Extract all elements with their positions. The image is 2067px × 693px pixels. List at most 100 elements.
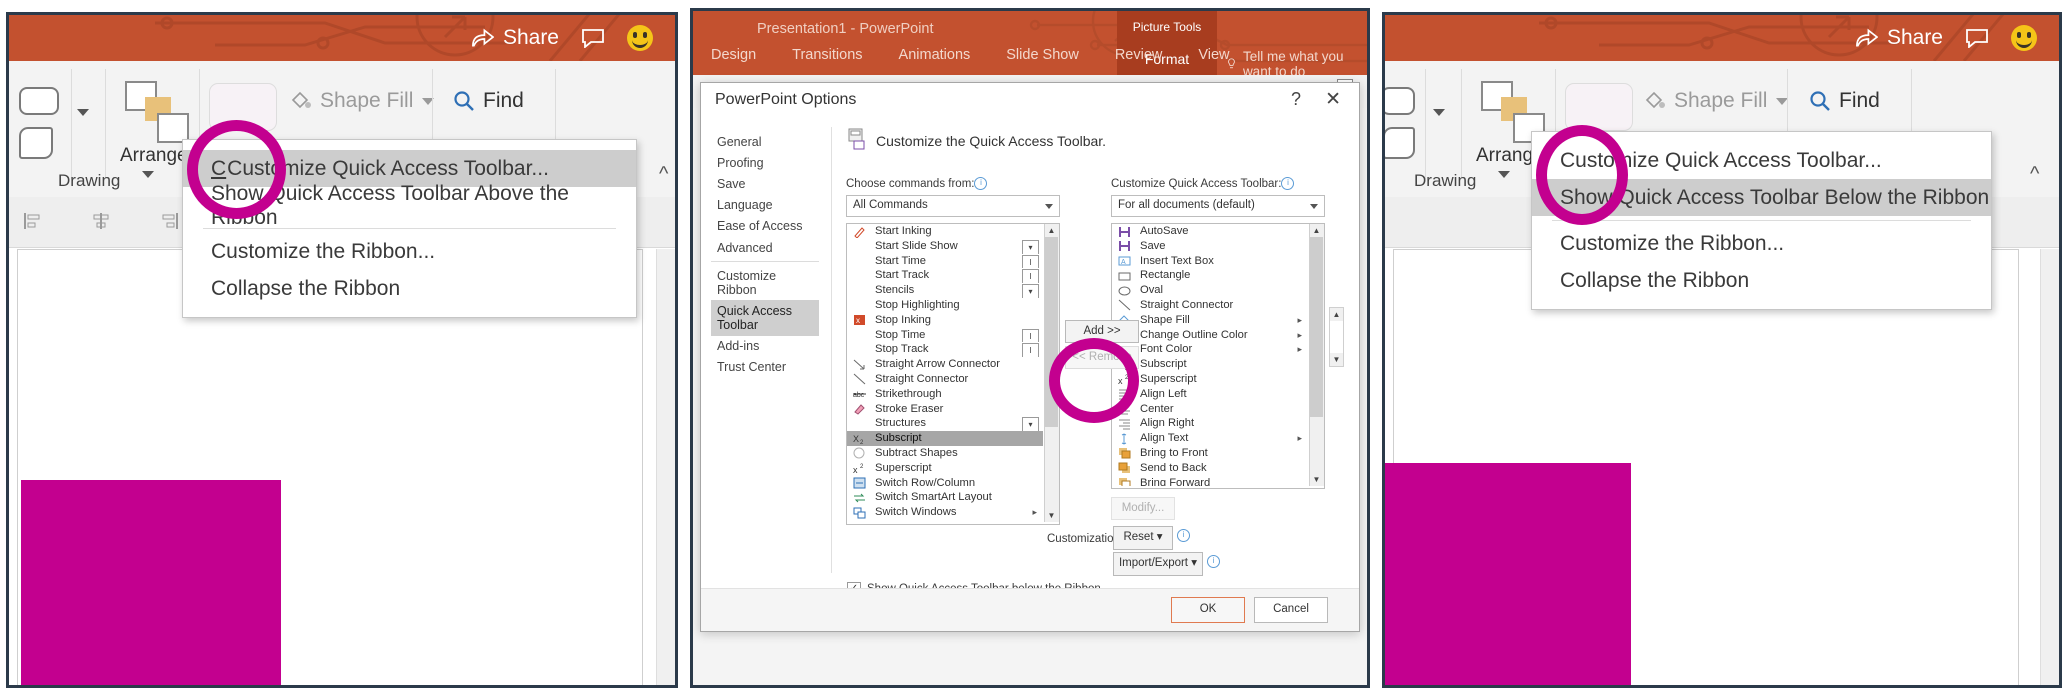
- chevron-up-icon[interactable]: ^: [659, 163, 668, 186]
- nav-item-quick-access-toolbar[interactable]: Quick Access Toolbar: [711, 300, 819, 336]
- list-item[interactable]: AFont Color▸: [1112, 342, 1308, 357]
- chevron-up-icon[interactable]: ^: [2030, 163, 2039, 186]
- list-item[interactable]: Stop Highlighting: [847, 298, 1043, 313]
- shape-flowchart-icon[interactable]: [19, 127, 53, 159]
- align-objects-right-icon[interactable]: [159, 211, 179, 231]
- list-item[interactable]: Start Slide Show ▾: [847, 239, 1043, 254]
- list-item[interactable]: A Insert Text Box: [1112, 254, 1308, 269]
- gallery-dropdown-icon[interactable]: I: [1022, 269, 1039, 284]
- nav-item-advanced[interactable]: Advanced: [711, 237, 819, 258]
- list-item[interactable]: Structures ▾: [847, 416, 1043, 432]
- move-down-icon[interactable]: ▼: [1330, 353, 1343, 366]
- list-item[interactable]: Center: [1112, 402, 1308, 417]
- list-item[interactable]: Send to Back: [1112, 461, 1308, 476]
- share-button[interactable]: Share: [471, 26, 559, 50]
- find-button[interactable]: Find: [1809, 89, 1880, 113]
- list-item[interactable]: abc Strikethrough: [847, 387, 1043, 402]
- smiley-avatar-icon[interactable]: [2011, 25, 2037, 51]
- modify-button[interactable]: Modify...: [1111, 497, 1175, 520]
- list-item[interactable]: Change Outline Color ▸: [1112, 328, 1308, 343]
- right-vertical-scrollbar[interactable]: [2040, 249, 2059, 685]
- arrange-dropdown-caret[interactable]: [142, 171, 154, 178]
- shape-flowchart-icon[interactable]: [1385, 127, 1415, 159]
- nav-item-ease-of-access[interactable]: Ease of Access: [711, 216, 819, 237]
- list-item[interactable]: Align Right: [1112, 416, 1308, 431]
- shape-rounded-rect-icon[interactable]: [1385, 87, 1415, 115]
- import-export-button[interactable]: Import/Export ▾: [1113, 552, 1203, 576]
- tab-design[interactable]: Design: [711, 47, 756, 63]
- nav-item-trust-center[interactable]: Trust Center: [711, 357, 819, 378]
- choose-commands-combo[interactable]: All Commands: [846, 195, 1060, 217]
- tab-review[interactable]: Review: [1115, 47, 1163, 63]
- list-item[interactable]: Switch SmartArt Layout: [847, 490, 1043, 505]
- shape-styles-preview[interactable]: [1565, 83, 1633, 131]
- shapes-gallery-dropdown[interactable]: [1433, 109, 1445, 116]
- info-icon[interactable]: i: [974, 177, 988, 190]
- nav-item-customize-ribbon[interactable]: Customize Ribbon: [711, 265, 819, 300]
- tab-slide-show[interactable]: Slide Show: [1006, 47, 1079, 63]
- qat-commands-scrollbar[interactable]: ▲ ▼: [1309, 224, 1324, 486]
- list-item[interactable]: AutoSave: [1112, 224, 1308, 239]
- menu-item-collapse-ribbon[interactable]: Collapse the Ribbon: [1532, 262, 1991, 299]
- tab-view[interactable]: View: [1198, 47, 1229, 63]
- gallery-dropdown-icon[interactable]: ▾: [1022, 417, 1039, 432]
- tab-transitions[interactable]: Transitions: [792, 47, 862, 63]
- list-item[interactable]: X2Subscript: [1112, 357, 1308, 372]
- picture-tools-context-tab[interactable]: Picture Tools Format: [1117, 11, 1217, 75]
- gallery-dropdown-icon[interactable]: I: [1022, 254, 1039, 269]
- list-item[interactable]: Straight Arrow Connector: [847, 357, 1043, 372]
- list-item[interactable]: x 2 Superscript: [1112, 372, 1308, 387]
- list-item[interactable]: X2Subscript: [847, 431, 1043, 446]
- cancel-button[interactable]: Cancel: [1254, 597, 1328, 623]
- nav-item-general[interactable]: General: [711, 131, 819, 152]
- nav-item-proofing[interactable]: Proofing: [711, 152, 819, 173]
- scroll-up-icon[interactable]: ▲: [1310, 224, 1323, 237]
- ok-button[interactable]: OK: [1171, 597, 1245, 623]
- magenta-shape[interactable]: [21, 480, 281, 685]
- info-icon[interactable]: i: [1177, 529, 1190, 542]
- list-item[interactable]: Stop Time I: [847, 328, 1043, 343]
- nav-item-language[interactable]: Language: [711, 195, 819, 216]
- scroll-up-icon[interactable]: ▲: [1045, 224, 1058, 237]
- align-objects-center-icon[interactable]: [91, 211, 111, 231]
- list-item[interactable]: x 2 Superscript: [847, 461, 1043, 476]
- gallery-dropdown-icon[interactable]: ▾: [1022, 284, 1039, 298]
- shape-rounded-rect-icon[interactable]: [19, 87, 59, 115]
- arrange-button-label[interactable]: Arrange: [120, 145, 188, 167]
- menu-item-customize-ribbon[interactable]: Customize the Ribbon...: [1532, 225, 1991, 262]
- menu-item-customize-ribbon[interactable]: Customize the Ribbon...: [183, 233, 636, 270]
- customize-qat-combo[interactable]: For all documents (default): [1111, 195, 1325, 217]
- list-item[interactable]: Stroke Eraser: [847, 402, 1043, 417]
- list-item[interactable]: Stop Track I: [847, 342, 1043, 358]
- list-item[interactable]: Straight Connector: [847, 372, 1043, 387]
- gallery-dropdown-icon[interactable]: I: [1022, 343, 1039, 358]
- scroll-down-icon[interactable]: ▼: [1310, 473, 1323, 486]
- list-item[interactable]: Straight Connector: [1112, 298, 1308, 313]
- list-item[interactable]: Switch Row/Column: [847, 476, 1043, 491]
- shapes-gallery-dropdown[interactable]: [77, 109, 89, 116]
- tell-me-box[interactable]: Tell me what you want to do: [1227, 49, 1367, 75]
- list-item[interactable]: Oval: [1112, 283, 1308, 298]
- shape-fill-button[interactable]: Shape Fill: [1643, 89, 1789, 113]
- list-item[interactable]: Ω Symbol: [847, 520, 1043, 522]
- info-icon[interactable]: i: [1207, 555, 1220, 568]
- list-item[interactable]: Align Text ▸: [1112, 431, 1308, 446]
- scroll-down-icon[interactable]: ▼: [1045, 509, 1058, 522]
- nav-item-add-ins[interactable]: Add-ins: [711, 336, 819, 357]
- comment-icon[interactable]: [581, 28, 605, 48]
- arrange-dropdown-caret[interactable]: [1498, 171, 1510, 178]
- tab-animations[interactable]: Animations: [899, 47, 971, 63]
- comment-icon[interactable]: [1965, 28, 1989, 48]
- qat-reorder-scrollbar[interactable]: ▲ ▼: [1329, 307, 1344, 367]
- question-mark-icon[interactable]: ?: [1291, 89, 1301, 110]
- close-icon[interactable]: ✕: [1325, 88, 1341, 111]
- share-button[interactable]: Share: [1855, 26, 1943, 50]
- list-item[interactable]: x Stop Inking: [847, 313, 1043, 328]
- nav-item-save[interactable]: Save: [711, 173, 819, 194]
- list-item[interactable]: Start Track I: [847, 268, 1043, 284]
- shape-fill-button[interactable]: Shape Fill: [289, 89, 435, 113]
- magenta-shape[interactable]: [1385, 463, 1631, 685]
- gallery-dropdown-icon[interactable]: I: [1022, 328, 1039, 343]
- left-vertical-scrollbar[interactable]: [656, 249, 675, 685]
- list-item[interactable]: Subtract Shapes: [847, 446, 1043, 461]
